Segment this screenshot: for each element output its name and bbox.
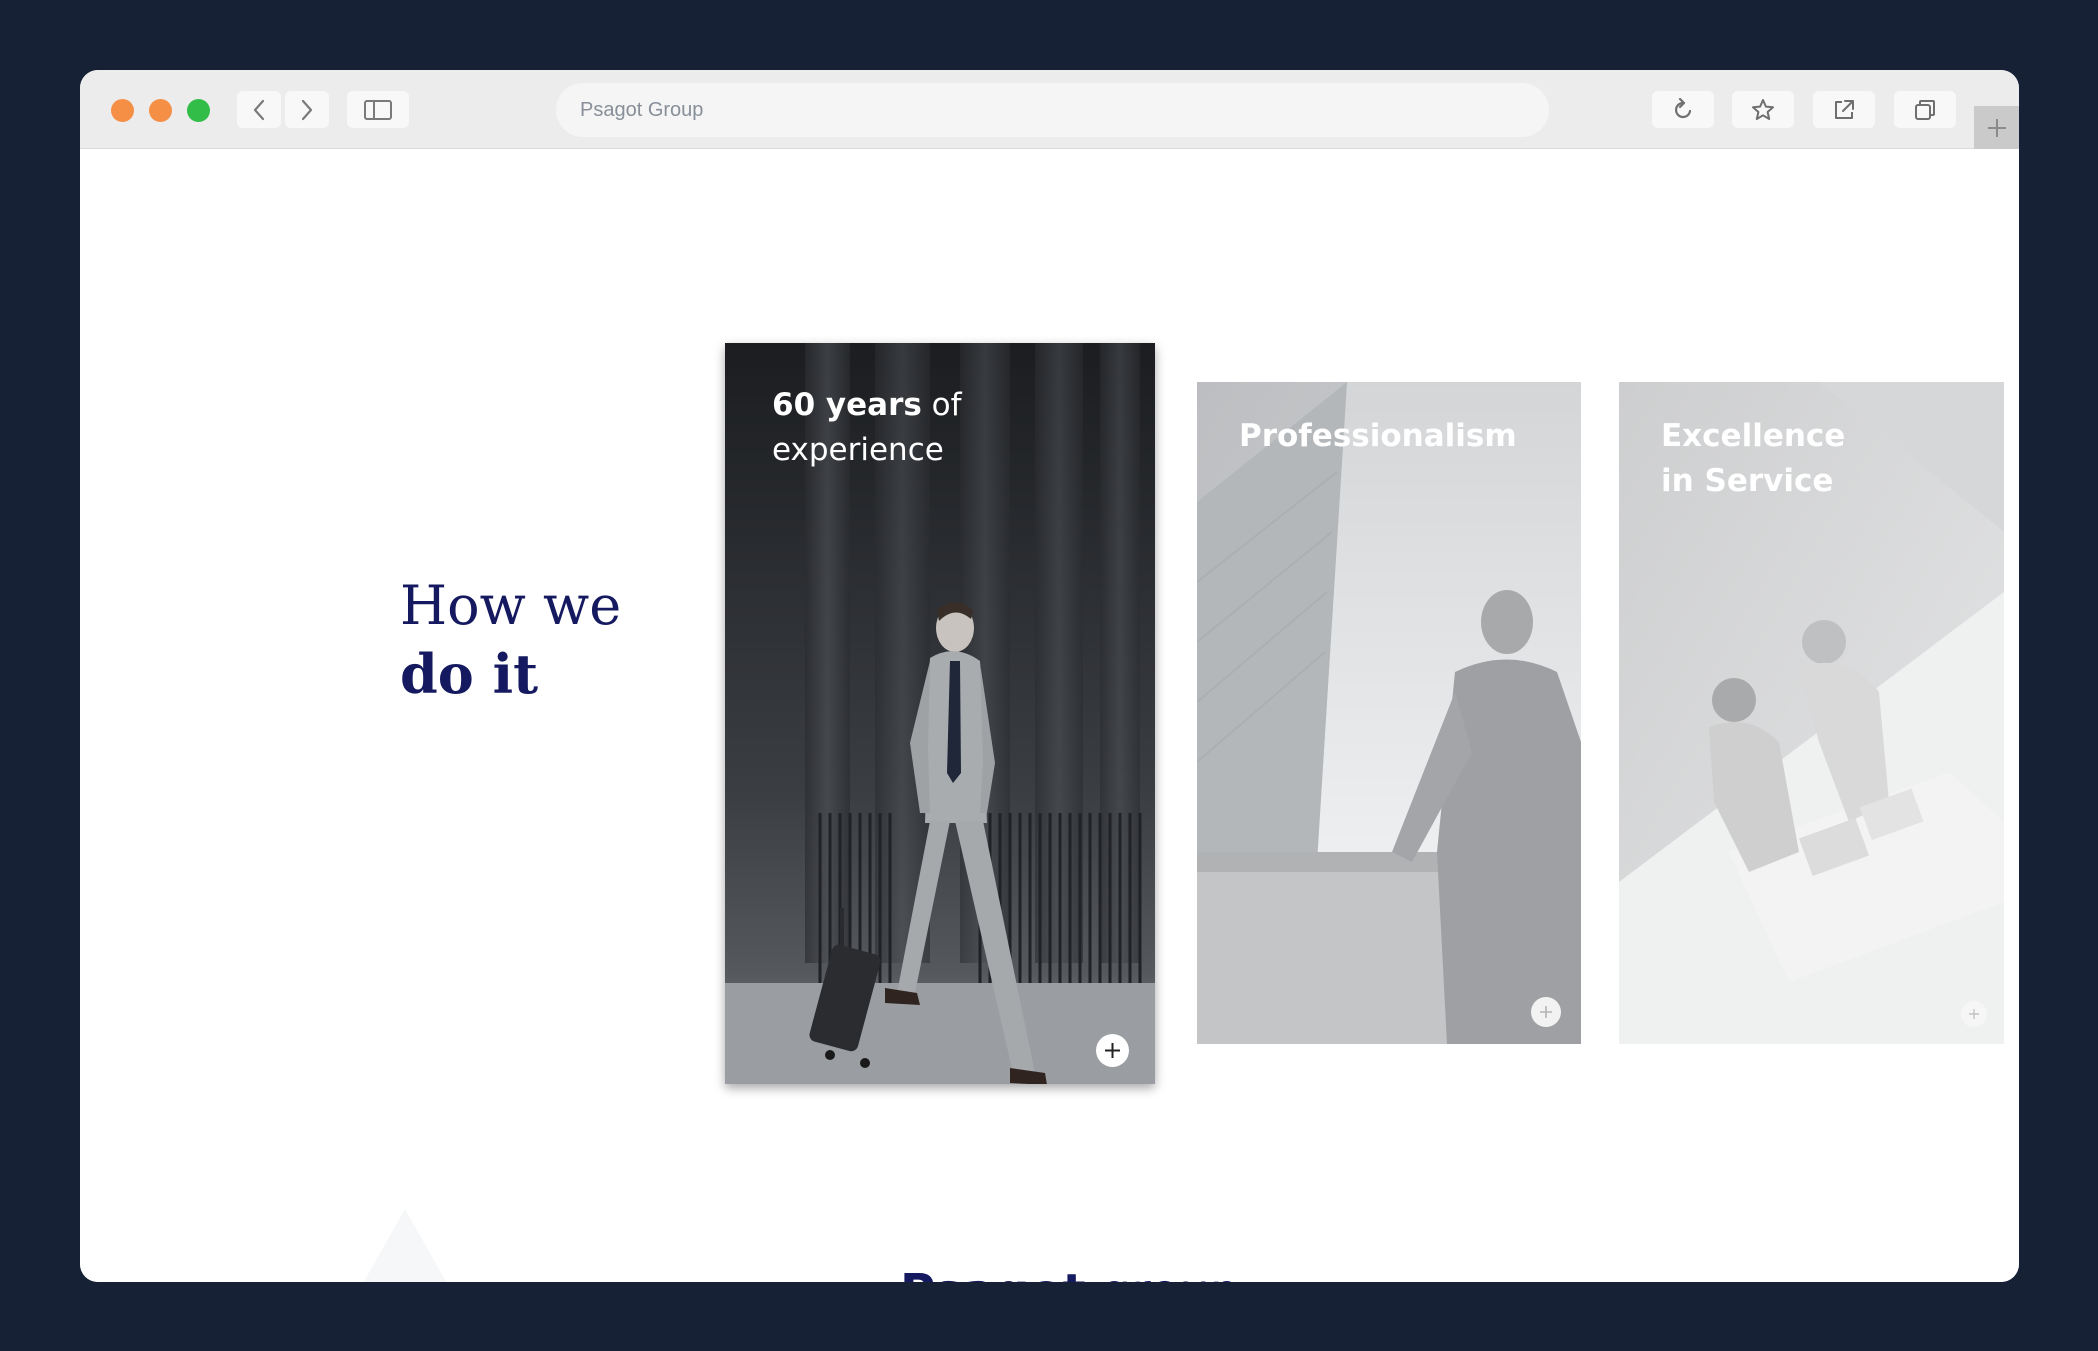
forward-arrow-icon xyxy=(301,99,313,120)
card-excellence-title-line1: Excellence xyxy=(1661,418,1846,454)
forward-button[interactable] xyxy=(285,91,329,128)
card-excellence-expand-button[interactable] xyxy=(1961,1001,1987,1027)
card-excellence-title: Excellence in Service xyxy=(1661,414,1961,504)
back-arrow-icon xyxy=(253,99,265,120)
browser-window: Psagot Group How we do it 60 years of ex… xyxy=(80,70,2019,1282)
decorative-triangle xyxy=(363,1209,447,1282)
address-bar[interactable]: Psagot Group xyxy=(556,83,1549,137)
footer-logo-brand: Psagot xyxy=(900,1264,1086,1282)
footer-logo[interactable]: Psagot group xyxy=(900,1264,1240,1282)
reload-button[interactable] xyxy=(1652,91,1714,128)
close-window-button[interactable] xyxy=(111,99,134,122)
sidebar-toggle-button[interactable] xyxy=(347,91,409,128)
plus-icon xyxy=(1987,118,2006,137)
share-button[interactable] xyxy=(1813,91,1875,128)
card-experience-title-bold: 60 years xyxy=(772,387,922,423)
share-icon xyxy=(1835,99,1854,119)
plus-icon xyxy=(1105,1043,1120,1058)
heading-line-2: do it xyxy=(400,642,539,706)
footer-logo-suffix: group xyxy=(1086,1264,1240,1282)
plus-icon xyxy=(1969,1009,1979,1019)
tabs-overview-button[interactable] xyxy=(1894,91,1956,128)
new-tab-button[interactable] xyxy=(1974,106,2019,149)
section-heading: How we do it xyxy=(400,572,700,708)
card-professionalism-title: Professionalism xyxy=(1239,418,1517,454)
plus-icon xyxy=(1540,1006,1552,1018)
page-content: How we do it 60 years of experience Prof… xyxy=(80,149,2019,1282)
star-icon xyxy=(1752,98,1774,120)
heading-line-1: How we xyxy=(400,574,622,637)
card-excellence[interactable]: Excellence in Service xyxy=(1619,382,2004,1044)
tabs-icon xyxy=(1915,99,1935,120)
zoom-window-button[interactable] xyxy=(187,99,210,122)
sidebar-icon xyxy=(364,99,392,120)
browser-toolbar: Psagot Group xyxy=(80,70,2019,149)
minimize-window-button[interactable] xyxy=(149,99,172,122)
card-experience-title-line2: experience xyxy=(772,432,944,468)
card-professionalism[interactable]: Professionalism xyxy=(1197,382,1581,1044)
back-button[interactable] xyxy=(237,91,281,128)
card-excellence-title-line2: in Service xyxy=(1661,463,1834,499)
card-experience-title: 60 years of experience xyxy=(772,383,962,473)
card-experience-expand-button[interactable] xyxy=(1096,1034,1129,1067)
card-experience[interactable]: 60 years of experience xyxy=(725,343,1155,1084)
card-experience-title-regular: of xyxy=(921,387,962,423)
bookmark-button[interactable] xyxy=(1732,91,1794,128)
reload-icon xyxy=(1674,97,1692,118)
card-professionalism-expand-button[interactable] xyxy=(1531,997,1561,1027)
address-text: Psagot Group xyxy=(580,98,704,121)
card-professionalism-photo xyxy=(1197,382,1581,1044)
